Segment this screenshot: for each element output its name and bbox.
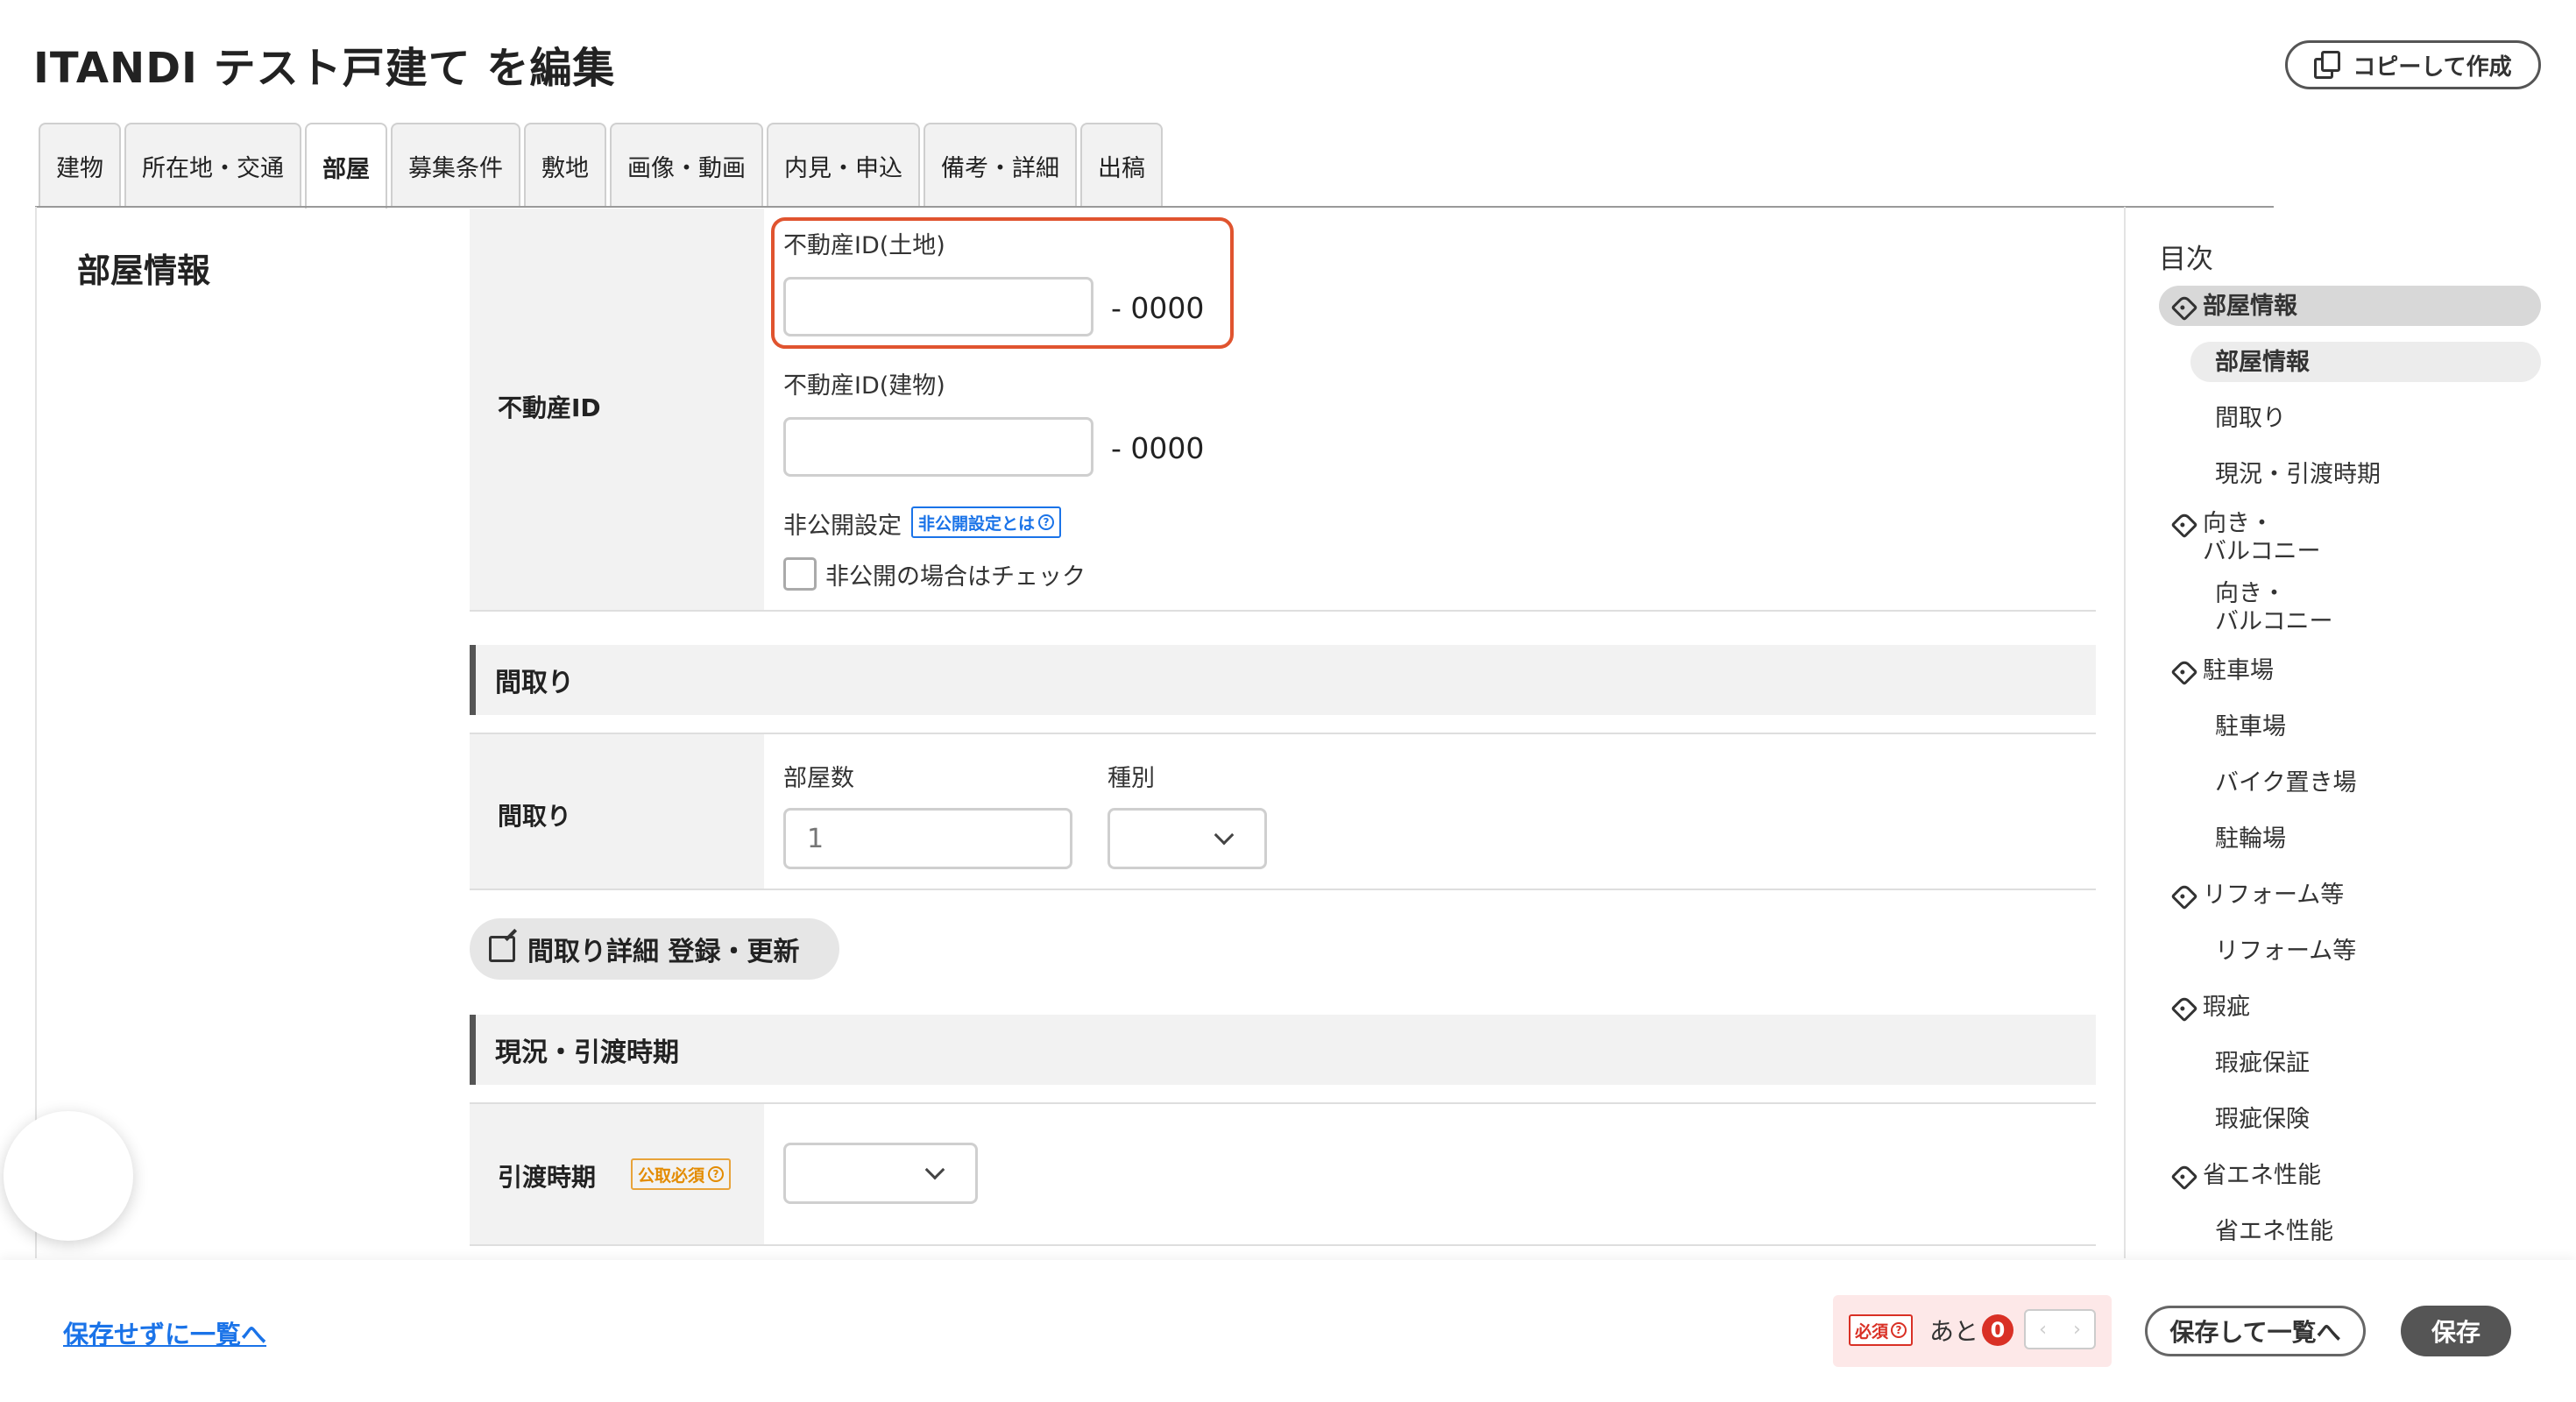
- chevron-down-icon: [1214, 825, 1235, 846]
- tag-icon: [2170, 882, 2198, 910]
- private-help-label: 非公開設定とは: [918, 513, 1036, 534]
- tag-icon: [2170, 294, 2198, 322]
- tag-icon: [2170, 658, 2198, 686]
- room-type-label: 種別: [1108, 765, 1155, 792]
- row-divider: [470, 610, 2096, 612]
- toc-label: 省エネ性能: [2203, 1162, 2321, 1189]
- tag-icon: [2170, 1163, 2198, 1191]
- floating-action-button[interactable]: [4, 1111, 133, 1241]
- toc-item-bicycle-parking[interactable]: 駐輪場: [2215, 825, 2286, 853]
- handover-select[interactable]: [783, 1143, 978, 1204]
- rooms-label: 部屋数: [783, 765, 854, 792]
- section-heading: 部屋情報: [77, 251, 211, 290]
- toc-label: 駐車場: [2203, 657, 2274, 684]
- required-badge-label: 必須: [1855, 1321, 1889, 1342]
- copy-create-label: コピーして作成: [2353, 53, 2512, 81]
- save-button[interactable]: 保存: [2401, 1306, 2511, 1356]
- toc-item-defect-insurance[interactable]: 瑕疵保険: [2215, 1106, 2310, 1134]
- handover-label: 引渡時期: [498, 1163, 597, 1192]
- required-badge[interactable]: 必須?: [1849, 1314, 1914, 1346]
- koutori-required-label: 公取必須: [638, 1165, 705, 1186]
- room-type-select[interactable]: [1108, 808, 1267, 869]
- building-id-suffix: - 0000: [1111, 431, 1205, 465]
- tab-remarks[interactable]: 備考・詳細: [924, 123, 1077, 207]
- prev-arrow-icon[interactable]: ‹: [2039, 1319, 2047, 1341]
- tab-site[interactable]: 敷地: [524, 123, 606, 207]
- building-id-label: 不動産ID(建物): [783, 372, 945, 400]
- content-border: [35, 207, 37, 1258]
- toc-item-balcony[interactable]: 向き・ バルコニー: [2215, 580, 2332, 636]
- madori-section-header: 間取り: [470, 645, 2096, 715]
- tag-icon: [2170, 995, 2198, 1023]
- tab-room[interactable]: 部屋: [305, 123, 387, 209]
- toc-item-room-info[interactable]: 部屋情報: [2215, 349, 2310, 377]
- toc-label: リフォーム等: [2203, 882, 2345, 909]
- row-divider: [470, 889, 2096, 890]
- property-id-label: 不動産ID: [498, 393, 601, 422]
- remaining-count: 0: [1982, 1314, 2013, 1346]
- help-icon: ?: [1891, 1322, 1907, 1338]
- toc-label: 瑕疵: [2203, 994, 2250, 1021]
- next-arrow-icon[interactable]: ›: [2073, 1319, 2081, 1341]
- page-title: ITANDI テスト戸建て を編集: [33, 44, 616, 93]
- toc-category-defect[interactable]: 瑕疵: [2170, 994, 2250, 1023]
- help-icon: ?: [1038, 514, 1055, 530]
- toc-label: 向き・ バルコニー: [2203, 510, 2321, 565]
- toc-border: [2124, 207, 2126, 1258]
- building-id-input[interactable]: [783, 417, 1093, 477]
- required-nav: ‹ ›: [2024, 1309, 2096, 1349]
- toc-item-madori[interactable]: 間取り: [2215, 405, 2286, 433]
- toc-category-room-info[interactable]: 部屋情報: [2170, 293, 2297, 322]
- toc-item-parking[interactable]: 駐車場: [2215, 713, 2286, 741]
- toc-item-bike-parking[interactable]: バイク置き場: [2215, 769, 2356, 797]
- row-divider: [470, 1244, 2096, 1246]
- tab-media[interactable]: 画像・動画: [610, 123, 763, 207]
- tab-recruitment[interactable]: 募集条件: [391, 123, 520, 207]
- toc-category-reform[interactable]: リフォーム等: [2170, 882, 2345, 910]
- toc-category-energy[interactable]: 省エネ性能: [2170, 1162, 2321, 1191]
- madori-section-title: 間取り: [495, 668, 574, 698]
- toc-item-reform[interactable]: リフォーム等: [2215, 938, 2356, 966]
- tab-divider: [35, 206, 2274, 208]
- private-setting-label: 非公開設定: [783, 513, 902, 540]
- private-help-badge[interactable]: 非公開設定とは?: [911, 506, 1062, 538]
- toc-item-defect-warranty[interactable]: 瑕疵保証: [2215, 1050, 2310, 1078]
- handover-section-title: 現況・引渡時期: [495, 1037, 679, 1068]
- koutori-required-badge[interactable]: 公取必須?: [631, 1158, 732, 1190]
- land-id-highlight: [771, 217, 1234, 349]
- save-and-list-button[interactable]: 保存して一覧へ: [2145, 1306, 2366, 1356]
- tab-bar: 建物 所在地・交通 部屋 募集条件 敷地 画像・動画 内見・申込 備考・詳細 出…: [39, 123, 1163, 209]
- tab-building[interactable]: 建物: [39, 123, 121, 207]
- tag-icon: [2170, 511, 2198, 539]
- tab-viewing[interactable]: 内見・申込: [767, 123, 920, 207]
- toc-category-balcony[interactable]: 向き・ バルコニー: [2170, 510, 2321, 566]
- toc-label: 部屋情報: [2203, 293, 2297, 320]
- edit-icon: [489, 936, 515, 962]
- toc-item-energy[interactable]: 省エネ性能: [2215, 1218, 2333, 1246]
- handover-section-header: 現況・引渡時期: [470, 1015, 2096, 1085]
- help-icon: ?: [708, 1166, 725, 1182]
- toc-item-handover[interactable]: 現況・引渡時期: [2215, 461, 2381, 489]
- madori-detail-button[interactable]: 間取り詳細 登録・更新: [470, 918, 839, 980]
- copy-create-button[interactable]: コピーして作成: [2285, 40, 2541, 89]
- toc-title: 目次: [2159, 244, 2213, 275]
- back-to-list-link[interactable]: 保存せずに一覧へ: [63, 1314, 266, 1351]
- rooms-input[interactable]: [783, 808, 1072, 869]
- madori-label: 間取り: [498, 802, 572, 831]
- tab-location[interactable]: 所在地・交通: [124, 123, 301, 207]
- toc-category-parking[interactable]: 駐車場: [2170, 657, 2274, 686]
- tab-publish[interactable]: 出稿: [1080, 123, 1163, 207]
- copy-icon: [2314, 51, 2341, 79]
- private-checkbox[interactable]: [783, 557, 817, 591]
- private-checkbox-label[interactable]: 非公開の場合はチェック: [825, 557, 1086, 591]
- madori-detail-label: 間取り詳細 登録・更新: [527, 937, 800, 967]
- remaining-label: あと: [1929, 1317, 1979, 1346]
- chevron-down-icon: [924, 1159, 945, 1180]
